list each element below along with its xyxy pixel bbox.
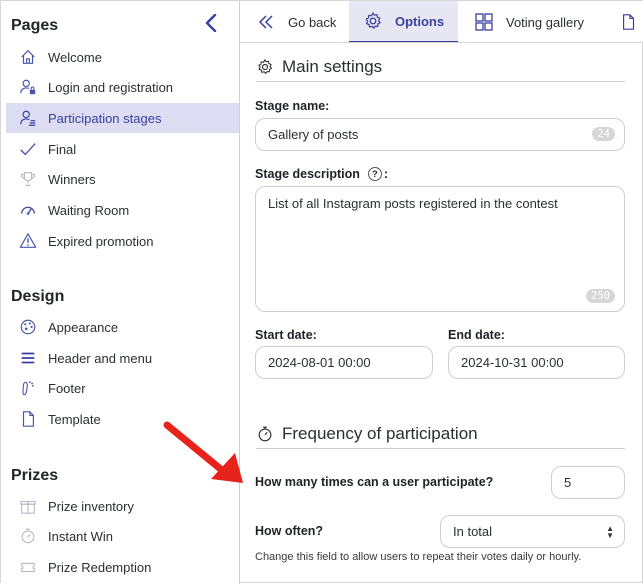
sidebar-item-label: Template xyxy=(48,411,101,427)
document-icon xyxy=(623,14,635,30)
main-settings-header: Main settings xyxy=(256,52,625,82)
sidebar-item-label: Appearance xyxy=(48,319,119,335)
participation-times-label: How many times can a user participate? xyxy=(255,475,494,489)
stage-description-char-counter: 250 xyxy=(586,289,615,303)
sidebar-item-prize-redemption[interactable]: Prize Redemption xyxy=(6,552,239,582)
tab-label: Voting gallery xyxy=(506,14,585,30)
sidebar-item-waiting-room[interactable]: Waiting Room xyxy=(6,195,239,225)
end-date-input[interactable]: 2024-10-31 00:00 xyxy=(448,346,625,379)
stage-description-value: List of all Instagram posts registered i… xyxy=(268,196,558,211)
sidebar-item-expired-promotion[interactable]: Expired promotion xyxy=(6,226,239,256)
grid-icon xyxy=(475,13,493,31)
trophy-icon xyxy=(18,169,38,189)
help-icon[interactable]: ? xyxy=(367,167,382,181)
sidebar-item-label: Prize Redemption xyxy=(48,559,152,575)
document-icon xyxy=(18,409,38,429)
sidebar-item-label: Expired promotion xyxy=(48,233,154,249)
how-often-label: How often? xyxy=(255,524,324,538)
sidebar-item-label: Winners xyxy=(48,171,96,187)
palette-icon xyxy=(18,317,38,337)
start-date-input[interactable]: 2024-08-01 00:00 xyxy=(255,346,433,379)
tab-document-partial[interactable] xyxy=(620,1,643,42)
sidebar-item-participation-stages[interactable]: Participation stages xyxy=(6,103,239,133)
gauge-icon xyxy=(18,200,38,220)
end-date-label: End date: xyxy=(448,328,505,342)
stage-name-label: Stage name: xyxy=(255,99,330,113)
tab-label: Go back xyxy=(288,14,337,30)
section-title: Main settings xyxy=(282,56,383,76)
sidebar-item-prize-inventory[interactable]: Prize inventory xyxy=(6,491,239,521)
tab-voting-gallery[interactable]: Voting gallery xyxy=(474,1,614,42)
sidebar-item-winners[interactable]: Winners xyxy=(6,164,239,194)
footer-icon xyxy=(18,378,38,398)
sidebar-item-label: Final xyxy=(48,141,77,157)
gear-icon xyxy=(258,58,273,74)
stopwatch-icon xyxy=(258,426,272,441)
sidebar-item-final[interactable]: Final xyxy=(6,134,239,164)
gear-icon xyxy=(365,12,381,29)
stage-name-value: Gallery of posts xyxy=(268,127,359,142)
sidebar-item-login[interactable]: Login and registration xyxy=(6,72,239,102)
frequency-header: Frequency of participation xyxy=(256,419,625,449)
start-date-value: 2024-08-01 00:00 xyxy=(268,355,371,370)
check-icon xyxy=(18,139,38,159)
sidebar-item-label: Instant Win xyxy=(48,528,114,544)
participation-times-value: 5 xyxy=(564,475,572,490)
app-window: Pages Welcome Login and registration Par… xyxy=(0,0,643,584)
how-often-helper-text: Change this field to allow users to repe… xyxy=(255,551,582,563)
sidebar-item-label: Header and menu xyxy=(48,350,153,366)
go-back-tab[interactable]: Go back xyxy=(256,1,346,42)
sidebar-item-header-menu[interactable]: Header and menu xyxy=(6,343,239,373)
top-tabs: Go back Options Voting gallery xyxy=(240,1,643,43)
how-often-select[interactable]: In total ▲ ▼ xyxy=(440,515,625,548)
chevron-left-icon xyxy=(205,14,217,32)
home-icon xyxy=(18,47,38,67)
ticket-icon xyxy=(18,557,38,577)
sidebar-item-footer[interactable]: Footer xyxy=(6,373,239,403)
main-content: Main settings Stage name: Gallery of pos… xyxy=(240,43,643,584)
sidebar-item-label: Prize inventory xyxy=(48,498,134,514)
sidebar-item-label: Footer xyxy=(48,380,86,396)
sidebar-item-label: Welcome xyxy=(48,49,102,65)
pages-section-title: Pages xyxy=(11,17,59,34)
annotation-arrow-icon xyxy=(163,421,243,483)
user-lock-icon xyxy=(18,77,38,97)
end-date-value: 2024-10-31 00:00 xyxy=(461,355,564,370)
sidebar-item-appearance[interactable]: Appearance xyxy=(6,312,239,342)
select-arrows-icon: ▲ ▼ xyxy=(606,523,614,540)
sidebar-item-instant-win[interactable]: Instant Win xyxy=(6,521,239,551)
sidebar-item-label: Login and registration xyxy=(48,79,174,95)
tab-label: Options xyxy=(395,13,445,29)
stage-description-colon: : xyxy=(383,167,389,181)
double-chevron-left-icon xyxy=(258,15,273,29)
stage-description-label-row: Stage description ? : xyxy=(255,167,388,181)
sidebar-item-welcome[interactable]: Welcome xyxy=(6,42,239,72)
sidebar: Pages Welcome Login and registration Par… xyxy=(1,1,240,584)
stopwatch-icon xyxy=(18,526,38,546)
prizes-section-title: Prizes xyxy=(11,467,59,484)
menu-icon xyxy=(18,348,38,368)
section-title: Frequency of participation xyxy=(282,423,478,443)
design-section-title: Design xyxy=(11,288,65,305)
how-often-value: In total xyxy=(453,524,493,539)
collapse-sidebar-button[interactable] xyxy=(201,12,221,34)
participation-times-input[interactable]: 5 xyxy=(551,466,625,499)
stage-name-input[interactable]: Gallery of posts 24 xyxy=(255,118,625,151)
user-stages-icon xyxy=(18,108,38,128)
stage-name-char-counter: 24 xyxy=(592,127,615,141)
sidebar-item-label: Waiting Room xyxy=(48,202,130,218)
warning-icon xyxy=(18,231,38,251)
stage-description-label: Stage description xyxy=(255,167,360,181)
start-date-label: Start date: xyxy=(255,328,317,342)
tab-options[interactable]: Options xyxy=(349,1,458,42)
sidebar-item-label: Participation stages xyxy=(48,110,162,126)
gift-icon xyxy=(18,496,38,516)
stage-description-textarea[interactable]: List of all Instagram posts registered i… xyxy=(255,186,625,312)
